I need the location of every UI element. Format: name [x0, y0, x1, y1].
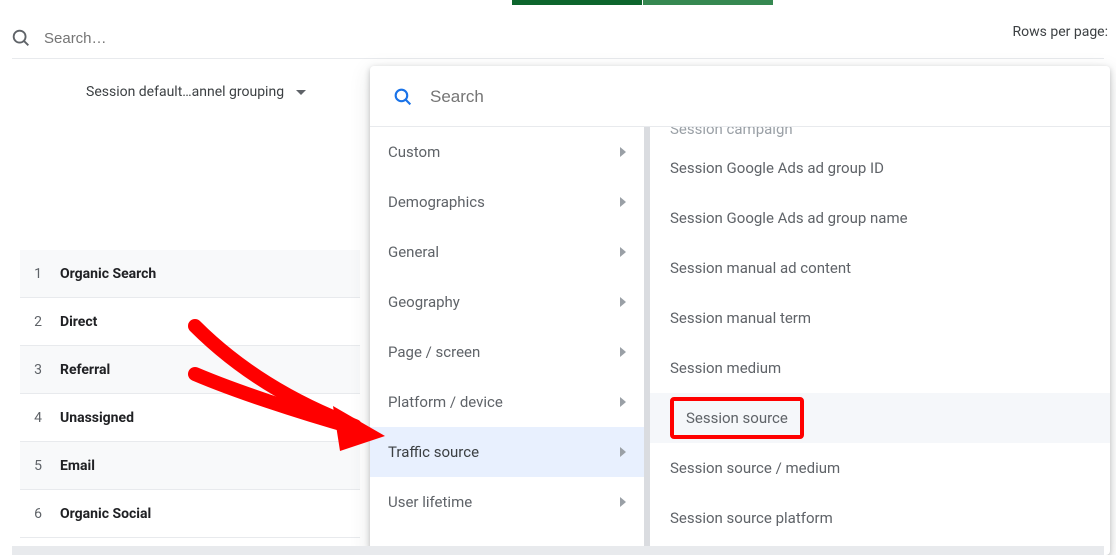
dimension-label: Session source platform — [670, 509, 833, 527]
category-geography[interactable]: Geography — [370, 277, 650, 327]
dimension-picker-panel: Custom Demographics General Geography Pa… — [370, 66, 1110, 555]
row-index: 3 — [20, 362, 60, 378]
category-page-screen[interactable]: Page / screen — [370, 327, 650, 377]
active-tab-indicator-2 — [643, 0, 773, 5]
dimension-label: Session campaign — [670, 127, 793, 138]
dimension-label: Session manual term — [670, 309, 811, 327]
dimension-label: Session Google Ads ad group ID — [670, 159, 884, 177]
row-label: Direct — [60, 314, 97, 330]
chevron-right-icon — [620, 447, 626, 457]
chevron-right-icon — [620, 197, 626, 207]
dimension-label: Session manual ad content — [670, 259, 851, 277]
chevron-right-icon — [620, 247, 626, 257]
chevron-right-icon — [620, 347, 626, 357]
rows-per-page-label: Rows per page: — [1013, 24, 1108, 40]
category-label: Traffic source — [388, 443, 479, 461]
dimension-item[interactable]: Session Google Ads ad group ID — [650, 143, 1110, 193]
category-custom[interactable]: Custom — [370, 127, 650, 177]
category-label: User lifetime — [388, 493, 472, 511]
panel-search-row — [370, 66, 1110, 126]
bottom-scrollbar-track — [12, 546, 1104, 555]
row-index: 6 — [20, 506, 60, 522]
row-label: Referral — [60, 362, 110, 378]
row-label: Organic Search — [60, 266, 156, 282]
search-icon — [392, 86, 414, 108]
category-traffic-source[interactable]: Traffic source — [370, 427, 650, 477]
dimension-item[interactable]: Session source / medium — [650, 443, 1110, 493]
row-label: Email — [60, 458, 95, 474]
category-label: Geography — [388, 293, 460, 311]
row-index: 1 — [20, 266, 60, 282]
chevron-right-icon — [620, 297, 626, 307]
dimension-dropdown[interactable]: Session default…annel grouping — [86, 84, 306, 100]
dimension-label: Session medium — [670, 359, 781, 377]
row-index: 4 — [20, 410, 60, 426]
category-platform-device[interactable]: Platform / device — [370, 377, 650, 427]
channel-table: 1Organic Search 2Direct 3Referral 4Unass… — [20, 250, 360, 538]
category-label: Platform / device — [388, 393, 503, 411]
table-row[interactable]: 3Referral — [20, 346, 360, 394]
dimension-session-source[interactable]: Session source — [650, 393, 1110, 443]
row-index: 5 — [20, 458, 60, 474]
chevron-right-icon — [620, 497, 626, 507]
chevron-right-icon — [620, 397, 626, 407]
tab-indicator-strip — [0, 0, 1116, 6]
category-user-lifetime[interactable]: User lifetime — [370, 477, 650, 527]
dimension-label: Session Google Ads ad group name — [670, 209, 908, 227]
dimension-label: Session source — [670, 397, 804, 439]
active-tab-indicator — [512, 0, 642, 5]
dimension-item[interactable]: Session campaign — [650, 127, 1110, 143]
search-icon — [10, 27, 32, 49]
category-label: Custom — [388, 143, 440, 161]
dimension-item[interactable]: Session manual ad content — [650, 243, 1110, 293]
dimension-column[interactable]: Session campaign Session Google Ads ad g… — [650, 127, 1110, 551]
table-row[interactable]: 4Unassigned — [20, 394, 360, 442]
chevron-right-icon — [620, 147, 626, 157]
dimension-item[interactable]: Session Google Ads ad group name — [650, 193, 1110, 243]
table-row[interactable]: 1Organic Search — [20, 250, 360, 298]
table-row[interactable]: 5Email — [20, 442, 360, 490]
row-label: Unassigned — [60, 410, 134, 426]
dimension-dropdown-label: Session default…annel grouping — [86, 84, 284, 100]
category-label: Demographics — [388, 193, 485, 211]
category-general[interactable]: General — [370, 227, 650, 277]
dimension-item[interactable]: Session source platform — [650, 493, 1110, 543]
global-search-row — [10, 18, 1116, 58]
panel-search-input[interactable] — [430, 87, 1088, 107]
table-row[interactable]: 6Organic Social — [20, 490, 360, 538]
category-label: Page / screen — [388, 343, 480, 361]
dimension-item[interactable]: Session medium — [650, 343, 1110, 393]
category-label: General — [388, 243, 439, 261]
table-row[interactable]: 2Direct — [20, 298, 360, 346]
row-index: 2 — [20, 314, 60, 330]
row-label: Organic Social — [60, 506, 151, 522]
divider — [12, 58, 1104, 59]
caret-down-icon — [296, 90, 306, 95]
dimension-item[interactable]: Session manual term — [650, 293, 1110, 343]
global-search-input[interactable] — [44, 30, 1116, 47]
dimension-label: Session source / medium — [670, 459, 840, 477]
category-demographics[interactable]: Demographics — [370, 177, 650, 227]
category-column[interactable]: Custom Demographics General Geography Pa… — [370, 127, 650, 551]
